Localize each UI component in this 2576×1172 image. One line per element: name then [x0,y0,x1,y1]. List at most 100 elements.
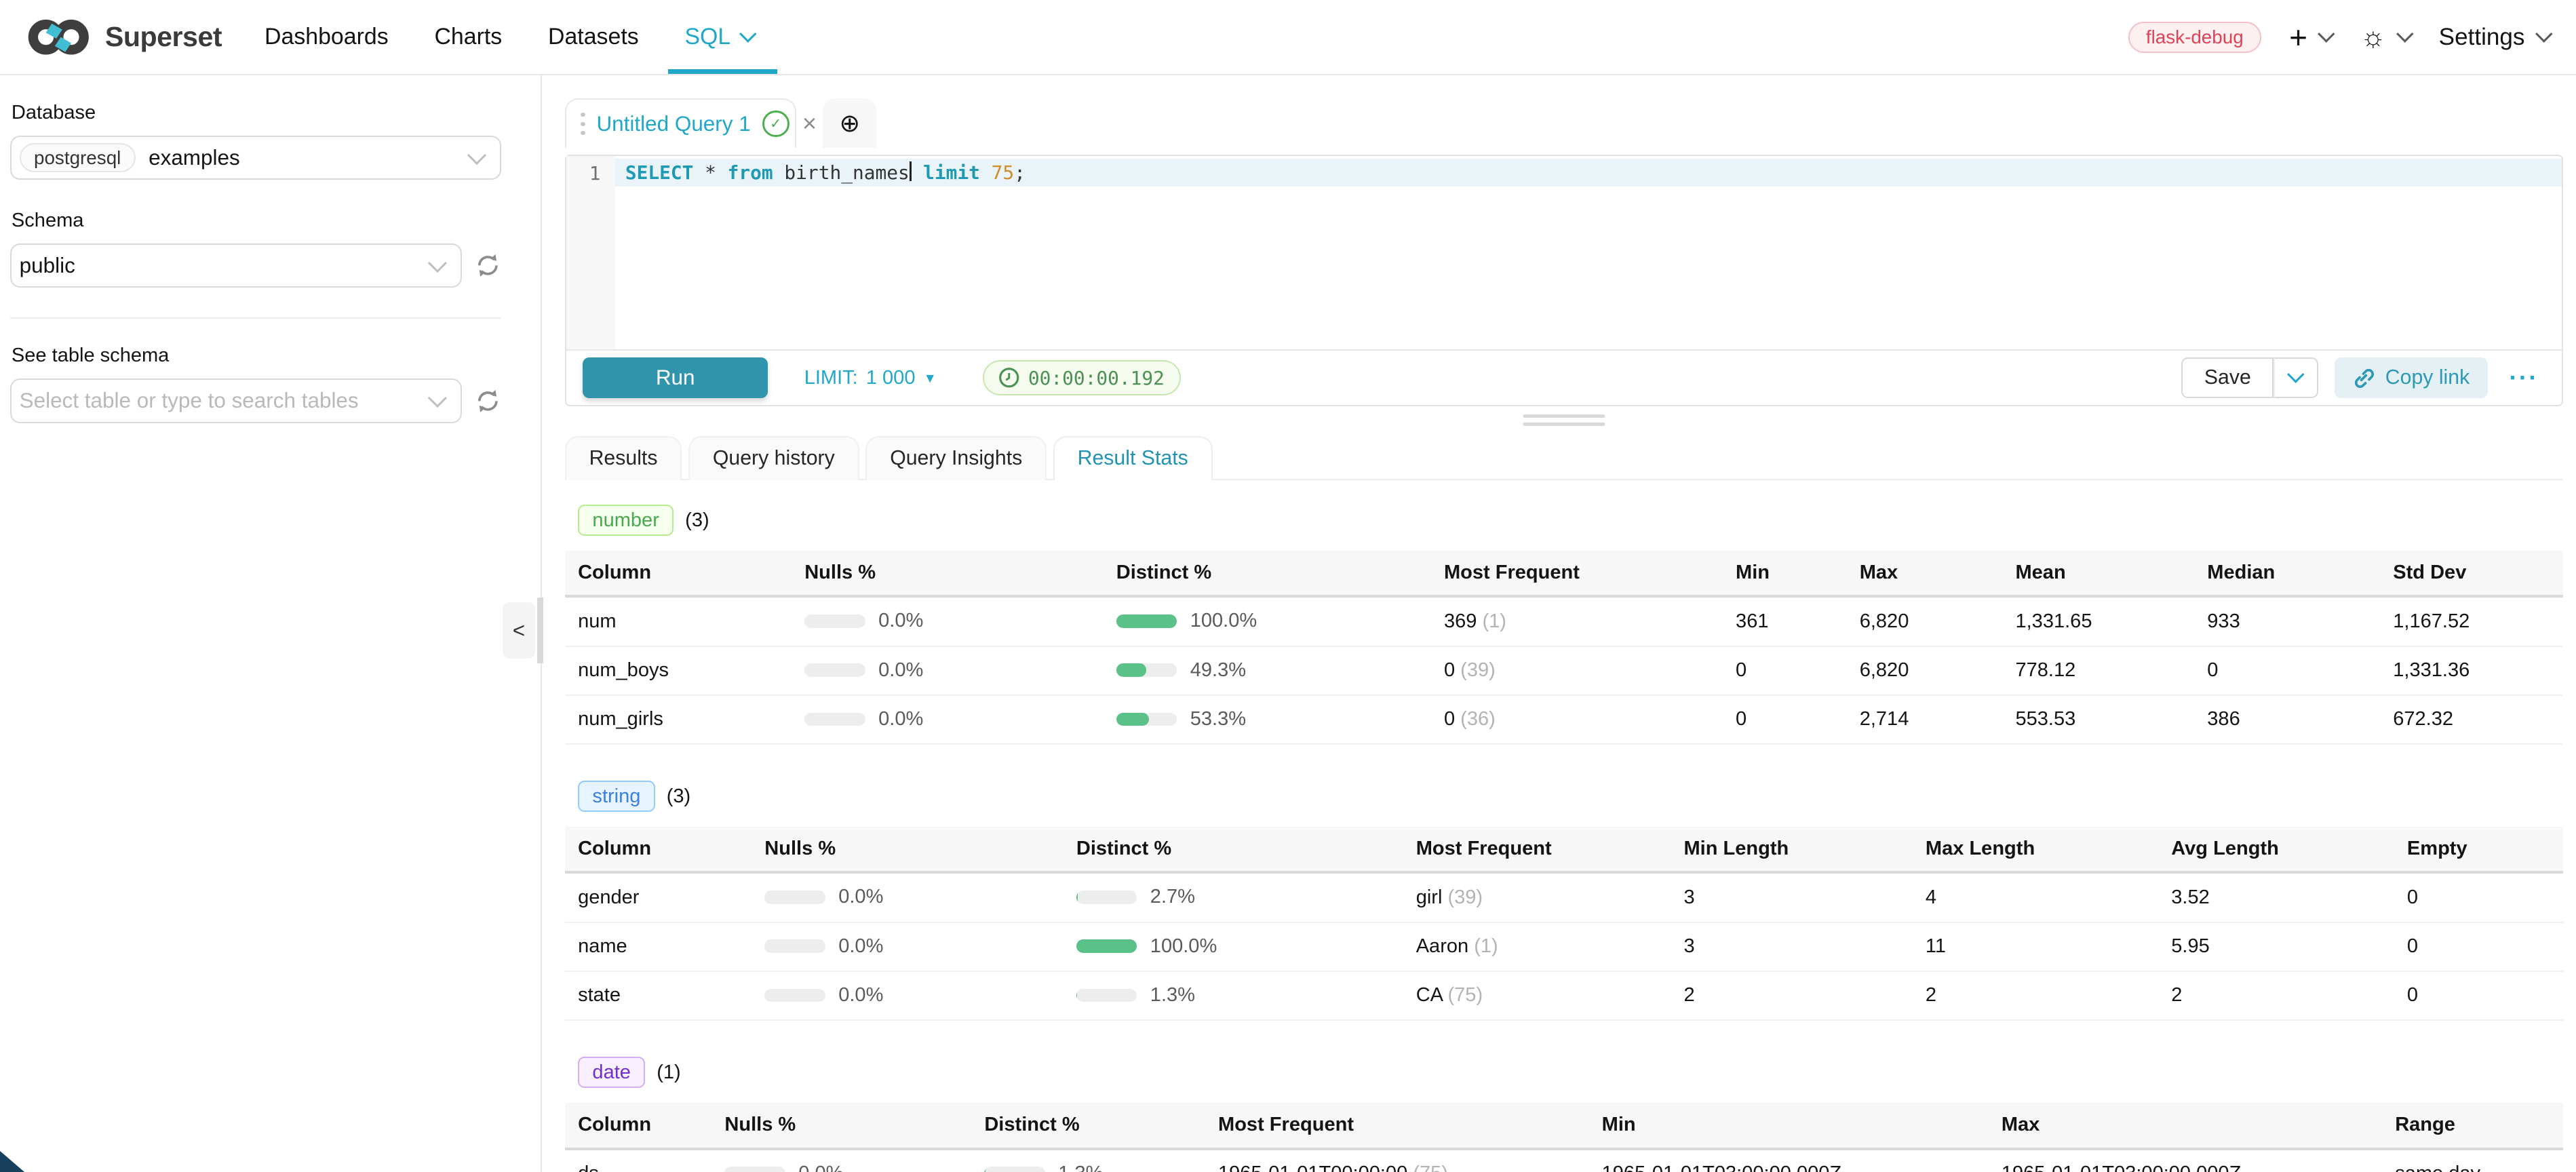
editor-toolbar: Run LIMIT: 1 000 ▼ 00:00:00.192 [566,349,2562,405]
stat-value-cell: 1,167.52 [2393,596,2562,646]
distinct-percent: 100.0% [1150,935,1217,958]
results-resize-strip [565,406,2563,436]
stat-value-cell: 933 [2207,596,2393,646]
distinct-bar [1076,891,1137,903]
refresh-schemas-button[interactable] [475,252,501,279]
stats-table: ColumnNulls %Distinct %Most FrequentMinM… [565,551,2563,745]
table-select[interactable]: Select table or type to search tables [10,378,462,423]
nav-item-charts[interactable]: Charts [434,0,502,74]
most-frequent-cell: Aaron (1) [1416,922,1684,971]
column-header: Mean [2015,551,2207,596]
nulls-cell: 0.0% [764,922,1076,971]
nulls-indicator: 0.0% [724,1163,843,1172]
save-options-button[interactable] [2273,357,2318,399]
close-tab-icon[interactable]: × [802,111,817,136]
column-header: Distinct % [984,1103,1218,1148]
nav-item-label: Charts [434,24,502,50]
nav-item-sql[interactable]: SQL [684,0,754,74]
table-row: state0.0%1.3%CA (75)2220 [565,971,2563,1020]
nav-item-label: Datasets [548,24,639,50]
drag-handle-icon[interactable] [581,113,585,135]
distinct-cell: 2.7% [1076,872,1416,922]
more-actions-button[interactable]: ··· [2509,364,2539,392]
most-frequent-cell: girl (39) [1416,872,1684,922]
chevron-down-icon [2318,25,2335,42]
column-header: Nulls % [724,1103,984,1148]
distinct-bar-fill [1116,614,1177,627]
section-header: date(1) [578,1057,2563,1088]
save-button[interactable]: Save [2181,357,2273,399]
most-frequent-cell: 1965-01-01T00:00:00 (75) [1218,1149,1602,1172]
column-count: (1) [657,1061,680,1084]
query-tab[interactable]: Untitled Query 1 ✓ × [565,98,796,148]
nav-items: Dashboards Charts Datasets SQL [265,0,754,74]
stat-value-cell: 4 [1926,872,2171,922]
results-tab-results[interactable]: Results [565,436,682,480]
main-panel: Untitled Query 1 ✓ × ⊕ 1 SELECT * from b… [542,75,2576,1172]
schema-value: public [20,254,75,278]
column-header: Max [2002,1103,2395,1148]
distinct-bar-fill [1076,939,1137,952]
nulls-indicator: 0.0% [764,984,883,1007]
results-tab-query-insights[interactable]: Query Insights [865,436,1047,480]
stats-table: ColumnNulls %Distinct %Most FrequentMinM… [565,1103,2563,1172]
plus-icon: + [2289,22,2307,53]
column-name-cell: gender [565,872,765,922]
distinct-cell: 100.0% [1116,596,1444,646]
copy-link-button[interactable]: Copy link [2335,357,2488,399]
table-row: num_girls0.0%53.3%0 (36)02,714553.533866… [565,695,2563,744]
refresh-icon [475,388,501,414]
limit-dropdown[interactable]: LIMIT: 1 000 ▼ [804,367,937,389]
table-select-placeholder: Select table or type to search tables [20,389,359,413]
brand-name: Superset [105,21,222,53]
nulls-percent: 0.0% [798,1163,843,1172]
chevron-down-icon [2535,25,2552,42]
stat-value-cell: 11 [1926,922,2171,971]
stat-value-cell: 2 [1926,971,2171,1020]
nulls-percent: 0.0% [838,984,883,1007]
type-badge: string [578,781,655,812]
code-token: limit [923,161,980,184]
stat-value-cell: same day [2395,1149,2563,1172]
stat-value-cell: 553.53 [2015,695,2207,744]
nav-item-datasets[interactable]: Datasets [548,0,639,74]
collapse-sidebar-button[interactable]: < [503,602,535,658]
saved-check-icon: ✓ [762,111,789,138]
results-tab-result-stats[interactable]: Result Stats [1053,436,1213,480]
new-item-dropdown[interactable]: + [2289,22,2333,53]
sql-code-editor[interactable]: 1 SELECT * from birth_names limit 75; [566,156,2562,350]
results-tab-query-history[interactable]: Query history [688,436,859,480]
run-query-button[interactable]: Run [583,357,768,399]
superset-logo[interactable]: Superset [26,15,222,59]
add-query-tab-button[interactable]: ⊕ [823,98,877,148]
panel-resize-handle[interactable] [537,598,544,663]
theme-toggle[interactable]: ☼ [2360,23,2411,51]
nulls-cell: 0.0% [804,646,1116,695]
database-select[interactable]: postgresql examples [10,136,501,180]
code-token: ; [1014,161,1026,184]
column-count: (3) [685,509,709,532]
stats-section-number: number (3) ColumnNulls %Distinct %Most Fre… [565,505,2563,745]
code-token: * [693,161,727,184]
column-header: Std Dev [2393,551,2562,596]
chevron-down-icon [740,25,757,42]
stat-value-cell: 5.95 [2171,922,2407,971]
settings-menu[interactable]: Settings [2439,24,2550,51]
type-badge: number [578,505,674,536]
column-header: Nulls % [804,551,1116,596]
refresh-tables-button[interactable] [475,388,501,414]
code-token: birth_names [773,161,910,184]
nulls-bar [804,663,865,676]
distinct-cell: 1.3% [1076,971,1416,1020]
vertical-resize-handle[interactable] [1523,414,1605,431]
schema-select[interactable]: public [10,243,462,288]
nav-item-dashboards[interactable]: Dashboards [265,0,389,74]
distinct-cell: 53.3% [1116,695,1444,744]
section-header: string(3) [578,781,2563,812]
settings-label: Settings [2439,24,2525,51]
sidebar-divider [10,317,501,319]
nulls-bar [764,891,825,903]
chevron-down-icon [427,389,446,408]
column-header: Distinct % [1116,551,1444,596]
collapse-arrow-icon: < [513,619,525,643]
